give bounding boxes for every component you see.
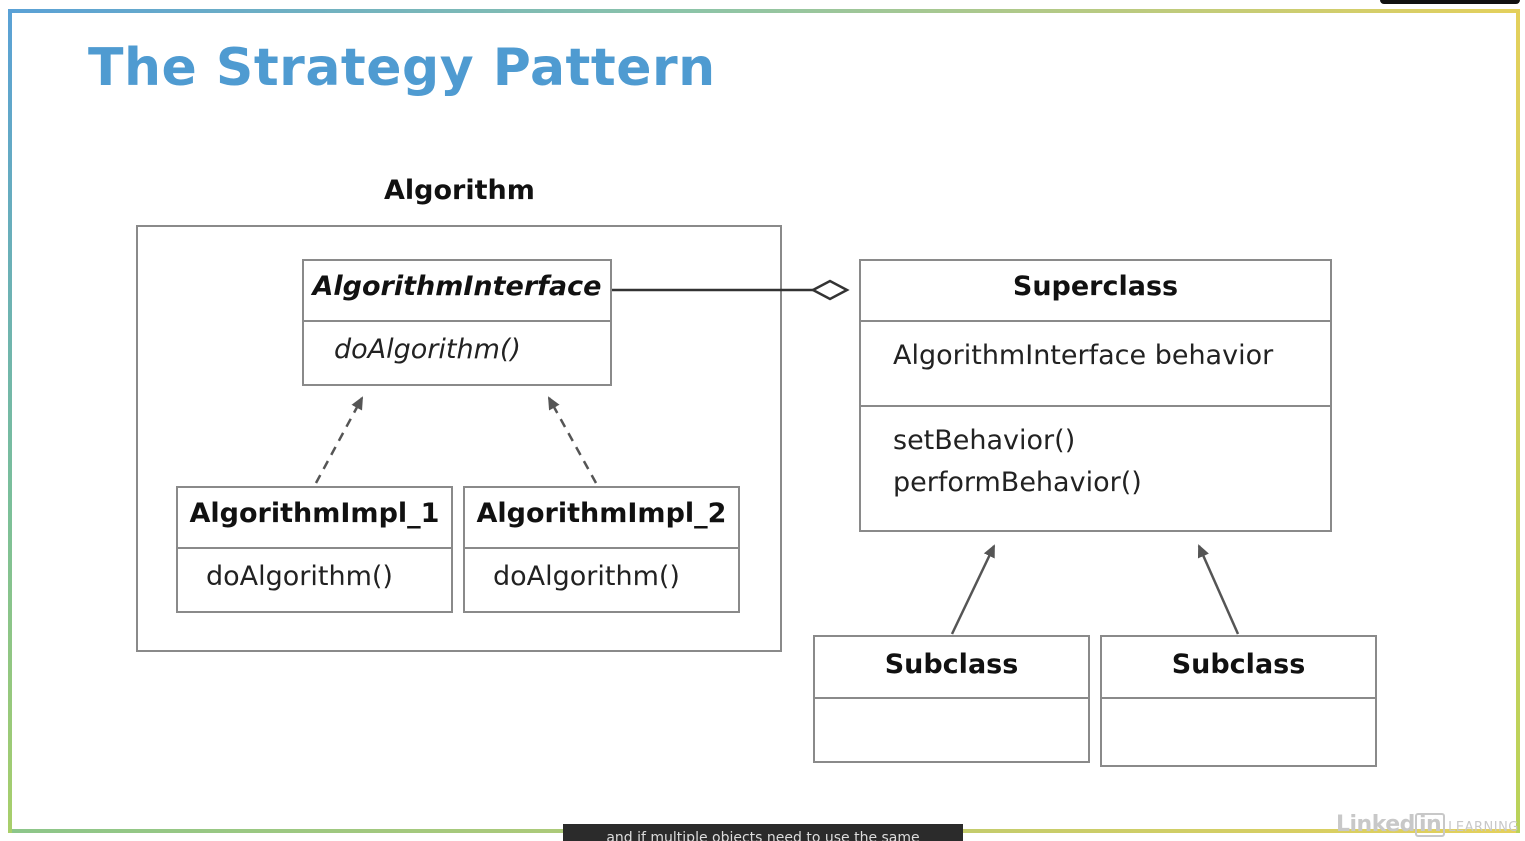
relationship-connectors — [314, 279, 1240, 635]
realization-arrow-impl-2 — [547, 396, 598, 484]
realization-arrow-impl-1 — [314, 396, 364, 484]
logo-subtext: LEARNING — [1448, 820, 1519, 835]
logo-in-box: in — [1414, 813, 1446, 837]
inheritance-arrow-subclass-2 — [1197, 544, 1240, 635]
linkedin-learning-logo: Linked in LEARNING — [1336, 812, 1519, 837]
logo-text: Linked — [1336, 812, 1415, 837]
video-caption: and if multiple objects need to use the … — [563, 824, 963, 841]
inheritance-arrow-subclass-1 — [950, 544, 996, 635]
aggregation-diamond — [810, 279, 850, 301]
